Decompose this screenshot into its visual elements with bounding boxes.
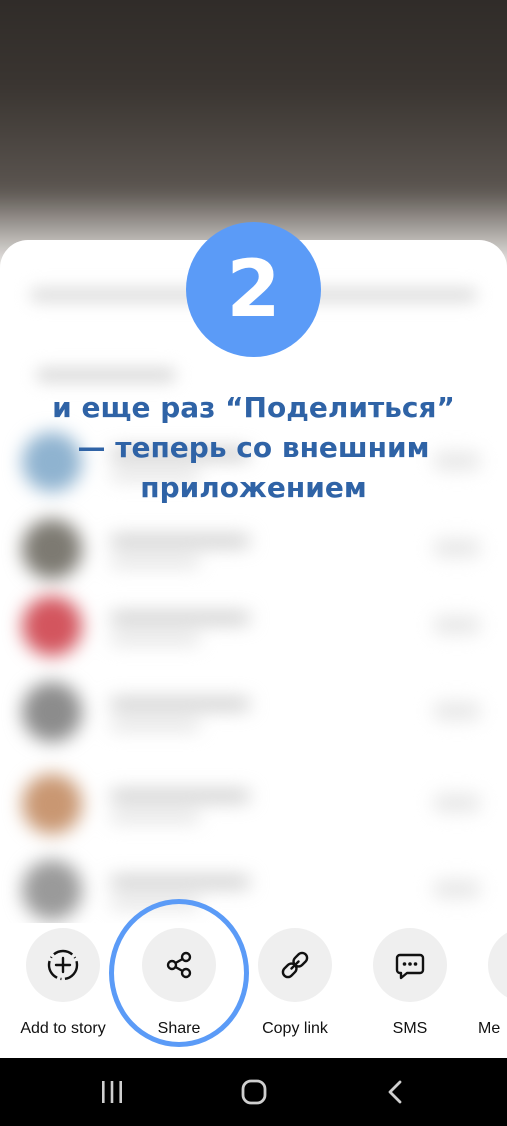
share-label: Share bbox=[157, 1020, 201, 1037]
blurred-contact-row bbox=[0, 582, 507, 672]
copy-link-button[interactable]: Copy link bbox=[240, 928, 350, 1048]
home-icon bbox=[241, 1079, 267, 1105]
sms-label: SMS bbox=[392, 1020, 428, 1037]
link-icon bbox=[258, 928, 332, 1002]
share-actions-row: Add to story Share Copy link SMS Me bbox=[0, 923, 507, 1058]
back-button[interactable] bbox=[366, 1072, 426, 1112]
messenger-button[interactable]: Me bbox=[470, 928, 507, 1048]
sms-button[interactable]: SMS bbox=[355, 928, 465, 1048]
step-number-badge: 2 bbox=[186, 222, 321, 357]
home-button[interactable] bbox=[224, 1072, 284, 1112]
step-number: 2 bbox=[226, 244, 281, 335]
instruction-line: приложением bbox=[140, 471, 367, 504]
copy-link-label: Copy link bbox=[262, 1020, 328, 1037]
blurred-contact-row bbox=[0, 668, 507, 758]
blurred-contact-row bbox=[0, 760, 507, 850]
instruction-line: — теперь со внешним bbox=[77, 431, 430, 464]
messenger-label: Me bbox=[478, 1020, 501, 1037]
instruction-line: и еще раз “Поделиться” bbox=[52, 391, 455, 424]
step-instruction: и еще раз “Поделиться” — теперь со внешн… bbox=[20, 388, 487, 508]
blurred-section-header bbox=[36, 368, 176, 382]
share-button[interactable]: Share bbox=[124, 928, 234, 1048]
back-icon bbox=[388, 1080, 402, 1104]
system-nav-bar bbox=[0, 1058, 507, 1126]
add-to-story-button[interactable]: Add to story bbox=[8, 928, 118, 1048]
add-to-story-icon bbox=[26, 928, 100, 1002]
share-icon bbox=[142, 928, 216, 1002]
sms-icon bbox=[373, 928, 447, 1002]
recents-icon bbox=[102, 1081, 122, 1103]
recents-button[interactable] bbox=[82, 1072, 142, 1112]
add-to-story-label: Add to story bbox=[20, 1020, 106, 1037]
messenger-icon bbox=[488, 928, 507, 1002]
